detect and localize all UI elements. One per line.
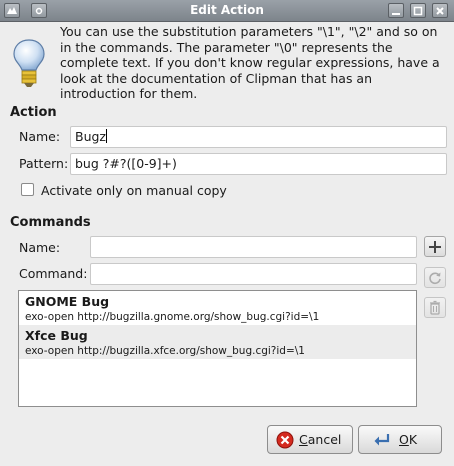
- cancel-label: Cancel: [299, 432, 342, 447]
- action-name-label: Name:: [19, 129, 61, 144]
- pattern-label: Pattern:: [19, 156, 69, 171]
- command-row-name: GNOME Bug: [25, 294, 110, 309]
- window-titlebar: Edit Action: [0, 0, 454, 22]
- maximize-icon[interactable]: [410, 3, 426, 18]
- text-cursor: [106, 129, 107, 143]
- command-name-label: Name:: [19, 240, 61, 255]
- cancel-button[interactable]: Cancel: [267, 425, 353, 454]
- command-row-command: exo-open http://bugzilla.gnome.org/show_…: [25, 311, 320, 323]
- add-icon: [429, 240, 441, 253]
- command-row-command: exo-open http://bugzilla.xfce.org/show_b…: [25, 345, 305, 357]
- ok-icon: [374, 434, 390, 446]
- refresh-icon: [429, 271, 441, 284]
- pattern-field[interactable]: bug ?#?([0-9]+): [70, 153, 447, 175]
- window-title: Edit Action: [190, 3, 264, 17]
- manual-copy-label[interactable]: Activate only on manual copy: [41, 183, 227, 198]
- action-name-value: Bugz: [75, 129, 106, 144]
- trash-icon: [430, 300, 440, 315]
- minimize-icon[interactable]: [388, 3, 404, 18]
- cancel-icon: [276, 431, 294, 449]
- command-row[interactable]: GNOME Bug exo-open http://bugzilla.gnome…: [19, 291, 416, 325]
- command-row-name: Xfce Bug: [25, 328, 88, 343]
- update-command-button[interactable]: [424, 267, 446, 288]
- command-field[interactable]: [90, 263, 417, 285]
- close-icon[interactable]: [432, 3, 448, 18]
- action-name-field[interactable]: Bugz: [70, 126, 447, 148]
- add-command-button[interactable]: [424, 236, 446, 257]
- command-label: Command:: [19, 266, 88, 281]
- commands-list[interactable]: GNOME Bug exo-open http://bugzilla.gnome…: [18, 290, 417, 407]
- command-name-field[interactable]: [90, 236, 417, 258]
- lightbulb-icon: [12, 38, 46, 90]
- commands-heading: Commands: [10, 215, 91, 230]
- ok-label: OK: [399, 432, 418, 447]
- info-text: You can use the substitution parameters …: [60, 24, 440, 101]
- manual-copy-checkbox[interactable]: [21, 183, 34, 196]
- command-row[interactable]: Xfce Bug exo-open http://bugzilla.xfce.o…: [19, 325, 416, 359]
- pattern-value: bug ?#?([0-9]+): [75, 156, 177, 171]
- delete-command-button[interactable]: [424, 297, 446, 318]
- ok-button[interactable]: OK: [358, 425, 442, 454]
- action-heading: Action: [10, 105, 57, 120]
